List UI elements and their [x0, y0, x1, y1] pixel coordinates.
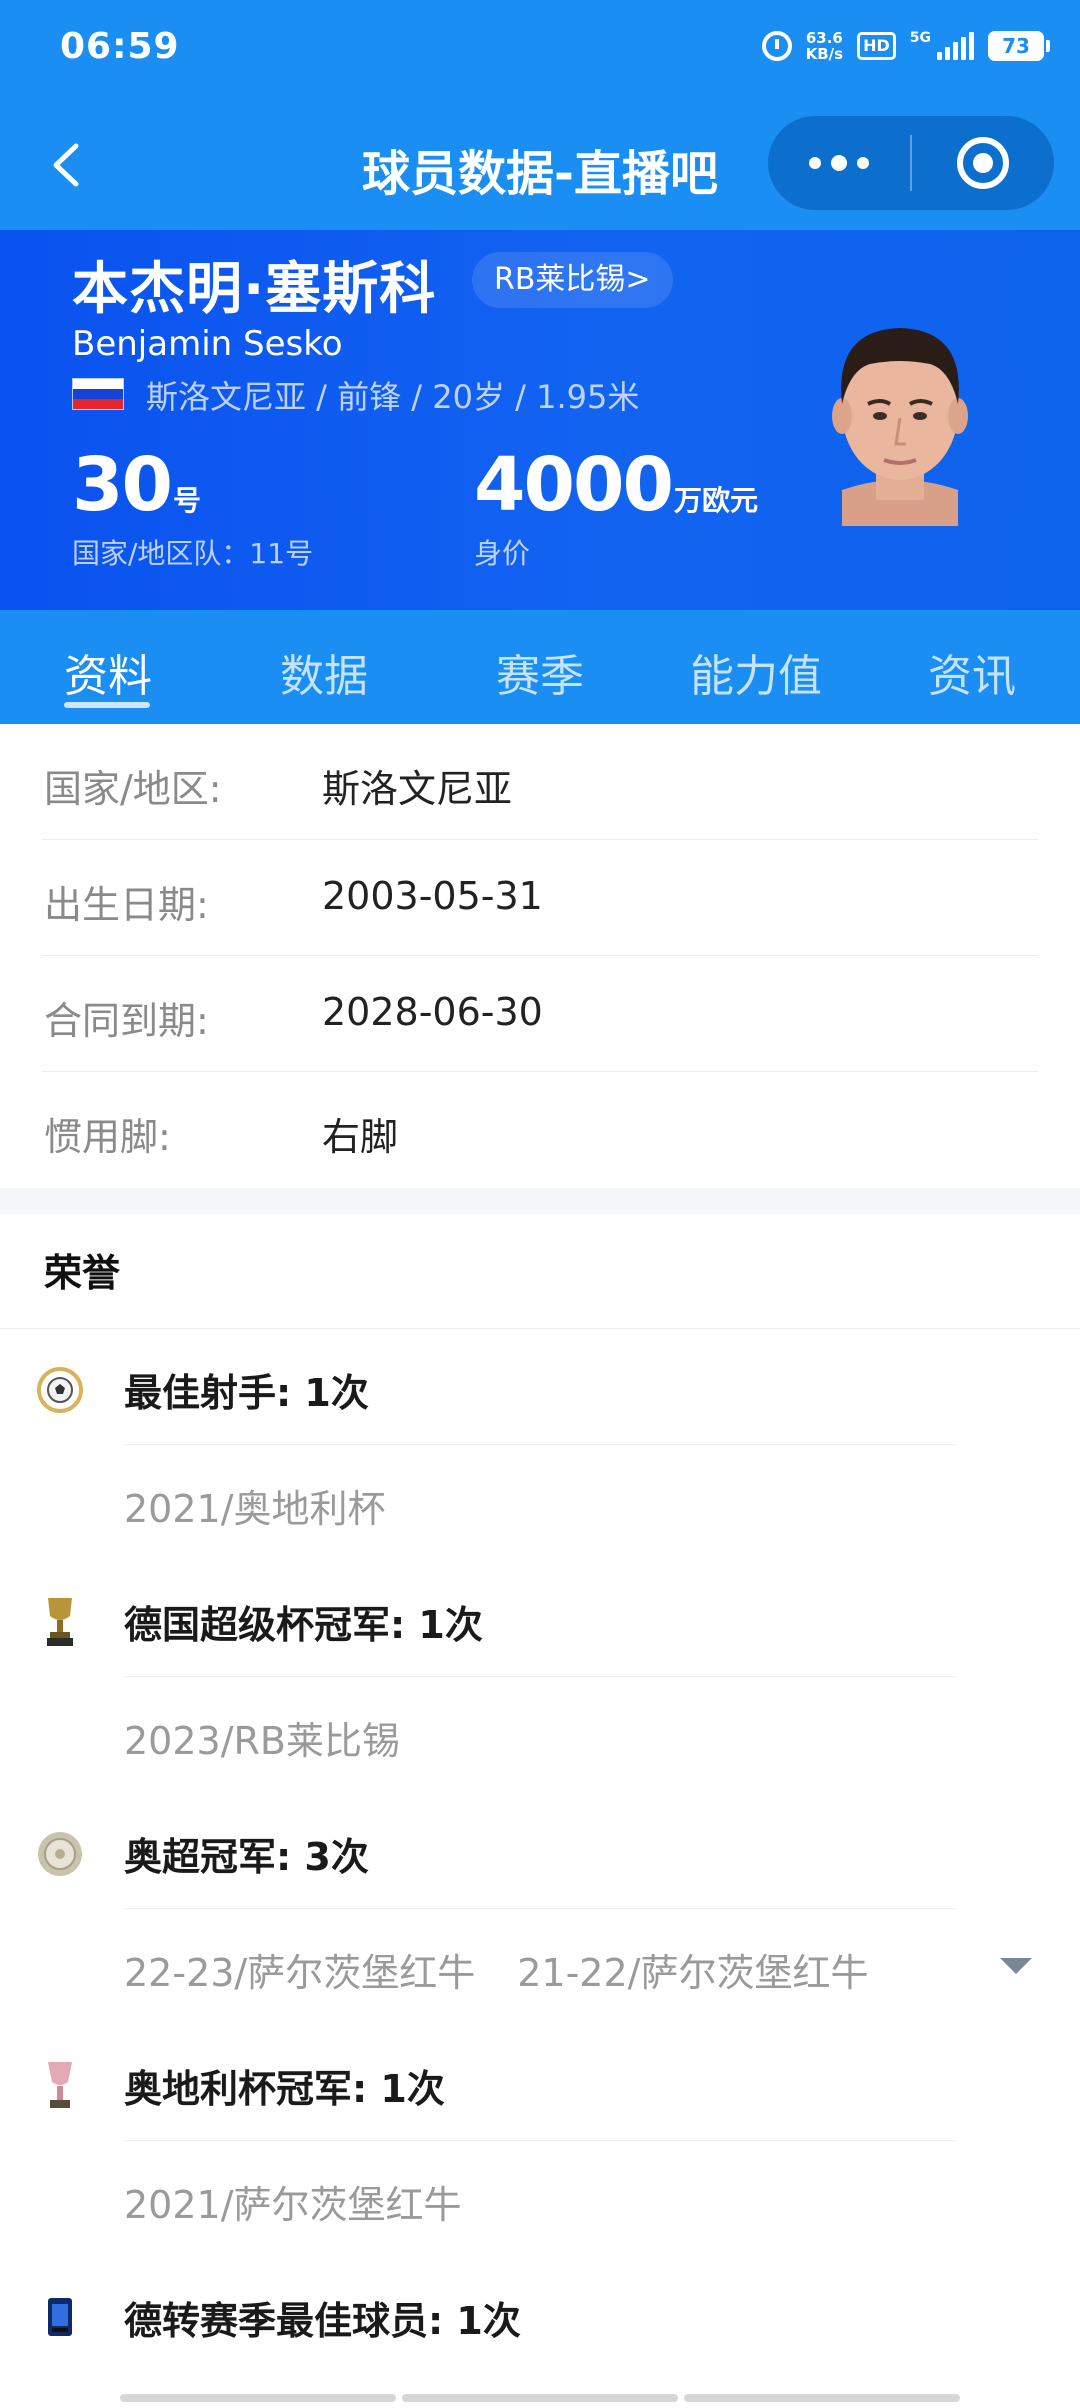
market-value: 4000万欧元 — [474, 442, 758, 528]
network-speed: 63.6 KB/s — [806, 30, 843, 62]
player-avatar — [832, 328, 968, 526]
honor-details: 2023/RB莱比锡 — [124, 1710, 400, 1765]
tab-news[interactable]: 资讯 — [864, 610, 1080, 724]
expand-arrow-icon[interactable] — [1000, 1958, 1032, 1974]
player-name: 本杰明·塞斯科 — [72, 257, 437, 322]
honor-divider — [124, 1444, 956, 1445]
shirt-number: 30号 — [72, 442, 201, 528]
honor-title: 德转赛季最佳球员: 1次 — [124, 2299, 521, 2343]
more-button[interactable] — [768, 116, 910, 210]
info-row-country: 国家/地区: 斯洛文尼亚 — [0, 724, 1080, 840]
honor-title: 德国超级杯冠军: 1次 — [124, 1603, 483, 1647]
tab-stats[interactable]: 数据 — [216, 610, 432, 724]
cup-trophy-icon — [36, 2058, 84, 2114]
honors-heading: 荣誉 — [44, 1251, 121, 1295]
honor-details: 2021/奥地利杯 — [124, 1478, 386, 1533]
info-row-foot: 惯用脚: 右脚 — [0, 1072, 1080, 1188]
national-team-number: 国家/地区队：11号 — [72, 537, 314, 570]
honor-title: 奥地利杯冠军: 1次 — [124, 2067, 445, 2111]
info-label: 出生日期: — [44, 883, 209, 927]
tab-season[interactable]: 赛季 — [432, 610, 648, 724]
network-speed-unit: KB/s — [805, 45, 844, 63]
plate-trophy-icon — [36, 1826, 84, 1882]
honor-divider — [124, 2140, 956, 2141]
honor-detail: 2023/RB莱比锡 — [124, 1719, 400, 1763]
network-speed-value: 63.6 — [805, 29, 843, 47]
tab-bar: 资料 数据 赛季 能力值 资讯 — [0, 610, 1080, 724]
market-value-unit: 万欧元 — [673, 484, 758, 517]
honor-detail: 2021/萨尔茨堡红牛 — [124, 2183, 462, 2227]
player-meta: 斯洛文尼亚 / 前锋 / 20岁 / 1.95米 — [146, 378, 640, 416]
info-label: 国家/地区: — [44, 767, 222, 811]
alarm-icon — [761, 31, 792, 61]
honor-divider — [124, 1676, 956, 1677]
trophy-icon — [36, 1594, 84, 1650]
slovenia-flag-icon — [72, 378, 124, 410]
honors-divider — [0, 1328, 1080, 1329]
info-value: 2028-06-30 — [322, 990, 543, 1034]
profile-info-list: 国家/地区: 斯洛文尼亚 出生日期: 2003-05-31 合同到期: 2028… — [0, 724, 1080, 1188]
award-card-icon — [36, 2290, 84, 2346]
info-value: 2003-05-31 — [322, 874, 543, 918]
honor-title: 奥超冠军: 3次 — [124, 1835, 369, 1879]
honor-detail: 22-23/萨尔茨堡红牛 — [124, 1951, 476, 1995]
info-row-birthdate: 出生日期: 2003-05-31 — [0, 840, 1080, 956]
shirt-number-value: 30 — [72, 442, 173, 528]
player-name-english: Benjamin Sesko — [72, 324, 343, 364]
hd-icon: HD — [857, 32, 896, 60]
status-bar: 06:59 63.6 KB/s HD 5G 73 — [0, 0, 1080, 100]
market-value-number: 4000 — [474, 442, 674, 528]
list-bottom-divider — [120, 2394, 960, 2402]
honor-divider — [124, 1908, 956, 1909]
info-row-contract: 合同到期: 2028-06-30 — [0, 956, 1080, 1072]
target-icon — [957, 137, 1009, 189]
signal-icon — [937, 32, 974, 60]
title-bar: 球员数据-直播吧 — [0, 100, 1080, 230]
info-value: 斯洛文尼亚 — [322, 767, 513, 811]
battery-icon: 73 — [988, 31, 1050, 61]
section-divider — [0, 1188, 1080, 1214]
info-label: 惯用脚: — [44, 1115, 171, 1159]
club-link[interactable]: RB莱比锡> — [472, 252, 673, 308]
market-value-caption: 身价 — [474, 537, 531, 570]
golden-boot-ball-icon — [36, 1362, 84, 1418]
honor-details: 22-23/萨尔茨堡红牛 21-22/萨尔茨堡红牛 — [124, 1942, 868, 1997]
tab-ability[interactable]: 能力值 — [648, 610, 864, 724]
honor-detail: 21-22/萨尔茨堡红牛 — [517, 1951, 869, 1995]
info-value: 右脚 — [322, 1115, 399, 1159]
status-time: 06:59 — [60, 26, 180, 67]
tab-profile[interactable]: 资料 — [0, 610, 216, 724]
honor-title: 最佳射手: 1次 — [124, 1371, 369, 1415]
info-label: 合同到期: — [44, 999, 209, 1043]
player-header: 本杰明·塞斯科 RB莱比锡> Benjamin Sesko 斯洛文尼亚 / 前锋… — [0, 230, 1080, 610]
shirt-number-unit: 号 — [172, 484, 201, 517]
honor-detail: 2021/奥地利杯 — [124, 1487, 386, 1531]
status-icons: 63.6 KB/s HD 5G 73 — [761, 30, 1050, 62]
network-type: 5G — [909, 30, 931, 46]
close-mini-program-button[interactable] — [912, 116, 1054, 210]
mini-program-capsule — [768, 116, 1054, 210]
honor-details: 2021/萨尔茨堡红牛 — [124, 2174, 462, 2229]
